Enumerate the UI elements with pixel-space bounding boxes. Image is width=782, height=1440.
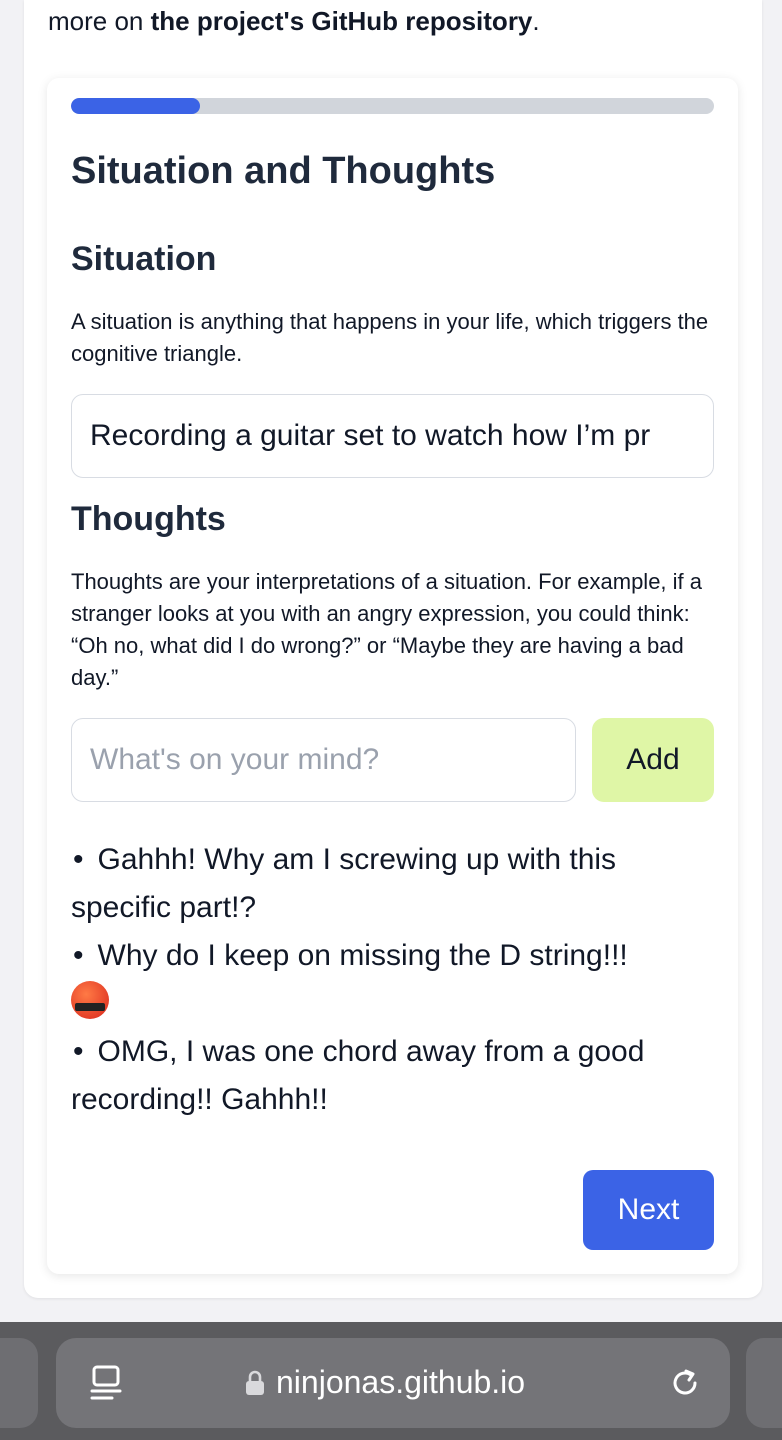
thought-list: Gahhh! Why am I screwing up with this sp… (71, 836, 721, 1124)
github-repo-link[interactable]: the project's GitHub repository (151, 6, 533, 36)
intro-text: more on the project's GitHub repository. (48, 6, 540, 37)
thoughts-heading: Thoughts (71, 500, 226, 538)
progress-bar (71, 98, 714, 114)
list-item: Why do I keep on missing the D string!!! (71, 932, 721, 1028)
thought-text: Gahhh! Why am I screwing up with this sp… (71, 843, 617, 924)
thoughts-description: Thoughts are your interpretations of a s… (71, 569, 702, 690)
situation-input[interactable]: Recording a guitar set to watch how I’m … (71, 394, 714, 478)
page-title: Situation and Thoughts (71, 150, 496, 192)
next-button[interactable]: Next (583, 1170, 714, 1250)
lock-icon (246, 1370, 264, 1395)
previous-tab-peek[interactable] (0, 1338, 38, 1428)
reader-icon[interactable] (90, 1364, 122, 1402)
reload-icon[interactable] (668, 1366, 702, 1400)
angry-emoji-icon (71, 981, 109, 1019)
intro-prefix: more on (48, 6, 151, 36)
intro-suffix: . (532, 6, 540, 36)
add-button[interactable]: Add (592, 718, 714, 802)
situation-heading: Situation (71, 240, 217, 278)
progress-fill (71, 98, 200, 114)
list-item: Gahhh! Why am I screwing up with this sp… (71, 836, 721, 932)
situation-description: A situation is anything that happens in … (71, 309, 709, 366)
thought-text: Why do I keep on missing the D string!!! (97, 939, 628, 972)
next-tab-peek[interactable] (746, 1338, 782, 1428)
list-item: OMG, I was one chord away from a good re… (71, 1028, 721, 1124)
url-text[interactable]: ninjonas.github.io (276, 1364, 525, 1401)
page: more on the project's GitHub repository.… (0, 0, 782, 1440)
thought-text: OMG, I was one chord away from a good re… (71, 1035, 645, 1116)
thought-input[interactable]: What's on your mind? (71, 718, 576, 802)
